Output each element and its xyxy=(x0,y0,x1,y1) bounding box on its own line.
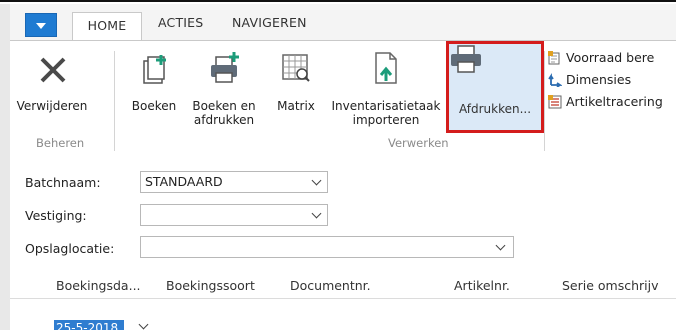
column-header-item-no[interactable]: Artikelnr. xyxy=(454,278,510,293)
location-select[interactable] xyxy=(140,204,328,226)
matrix-grid-icon xyxy=(282,54,310,82)
chevron-down-icon xyxy=(495,240,506,251)
dimensions-icon xyxy=(548,73,562,87)
tab-home[interactable]: HOME xyxy=(72,12,142,40)
matrix-button-label: Matrix xyxy=(277,99,315,113)
dimensions-label: Dimensies xyxy=(566,72,632,87)
ribbon: HOME ACTIES NAVIGEREN Verwijderen Boeken… xyxy=(10,4,676,152)
journal-form: Batchnaam: STANDAARD Vestiging: Opslaglo… xyxy=(10,152,676,330)
batch-name-value: STANDAARD xyxy=(145,174,223,189)
posting-date-cell[interactable]: 25-5-2018 xyxy=(54,320,124,330)
import-inventory-task-label: Inventarisatietaak importeren xyxy=(331,99,441,127)
print-button[interactable]: Afdrukken... xyxy=(446,41,544,133)
post-and-print-label: Boeken en afdrukken xyxy=(192,99,256,127)
column-header-serial-description[interactable]: Serie omschrijv xyxy=(562,278,659,293)
chevron-down-icon xyxy=(311,208,322,219)
chevron-down-icon xyxy=(36,23,46,29)
dimensions-action[interactable]: Dimensies xyxy=(548,70,676,92)
import-document-icon xyxy=(375,52,397,84)
import-inventory-task-button[interactable]: Inventarisatietaak importeren xyxy=(326,41,446,133)
inventory-calc-icon xyxy=(548,51,560,65)
left-border xyxy=(0,4,10,330)
small-actions-list: Voorraad bere Dimensies Artikeltracering xyxy=(548,48,676,114)
chevron-down-icon xyxy=(311,175,322,186)
window-frame: HOME ACTIES NAVIGEREN Verwijderen Boeken… xyxy=(0,0,676,330)
post-document-icon xyxy=(143,55,166,84)
column-header-entry-type[interactable]: Boekingssoort xyxy=(166,278,255,293)
column-header-document-no[interactable]: Documentnr. xyxy=(290,278,371,293)
matrix-button[interactable]: Matrix xyxy=(266,41,326,133)
group-separator xyxy=(544,51,545,151)
delete-x-icon xyxy=(40,57,66,83)
group-label-verwerken: Verwerken xyxy=(388,136,449,150)
ribbon-tabs: HOME ACTIES NAVIGEREN xyxy=(10,12,676,40)
batch-name-label: Batchnaam: xyxy=(25,175,101,190)
bin-label: Opslaglocatie: xyxy=(25,241,115,256)
batch-name-select[interactable]: STANDAARD xyxy=(140,171,328,193)
grid-header-divider xyxy=(10,298,676,299)
location-label: Vestiging: xyxy=(25,208,87,223)
post-button-label: Boeken xyxy=(131,99,177,113)
print-button-label: Afdrukken... xyxy=(458,102,532,116)
printer-icon xyxy=(451,45,481,73)
post-and-print-button[interactable]: Boeken en afdrukken xyxy=(184,41,264,133)
delete-button-label: Verwijderen xyxy=(16,99,88,113)
item-tracking-action[interactable]: Artikeltracering xyxy=(548,92,676,114)
item-tracking-icon xyxy=(548,95,562,109)
bin-select[interactable] xyxy=(140,236,514,258)
item-tracking-label: Artikeltracering xyxy=(566,94,663,109)
tab-acties[interactable]: ACTIES xyxy=(158,15,203,30)
group-label-beheren: Beheren xyxy=(36,136,85,150)
column-header-posting-date[interactable]: Boekingsda... xyxy=(56,278,141,293)
inventory-recalc-label: Voorraad bere xyxy=(566,50,655,65)
post-print-icon xyxy=(211,52,239,83)
group-separator xyxy=(114,51,115,151)
delete-button[interactable]: Verwijderen xyxy=(12,41,92,133)
app-menu-button[interactable] xyxy=(25,13,57,37)
tab-navigeren[interactable]: NAVIGEREN xyxy=(232,15,307,30)
post-button[interactable]: Boeken xyxy=(126,41,182,133)
inventory-recalc-action[interactable]: Voorraad bere xyxy=(548,48,676,70)
